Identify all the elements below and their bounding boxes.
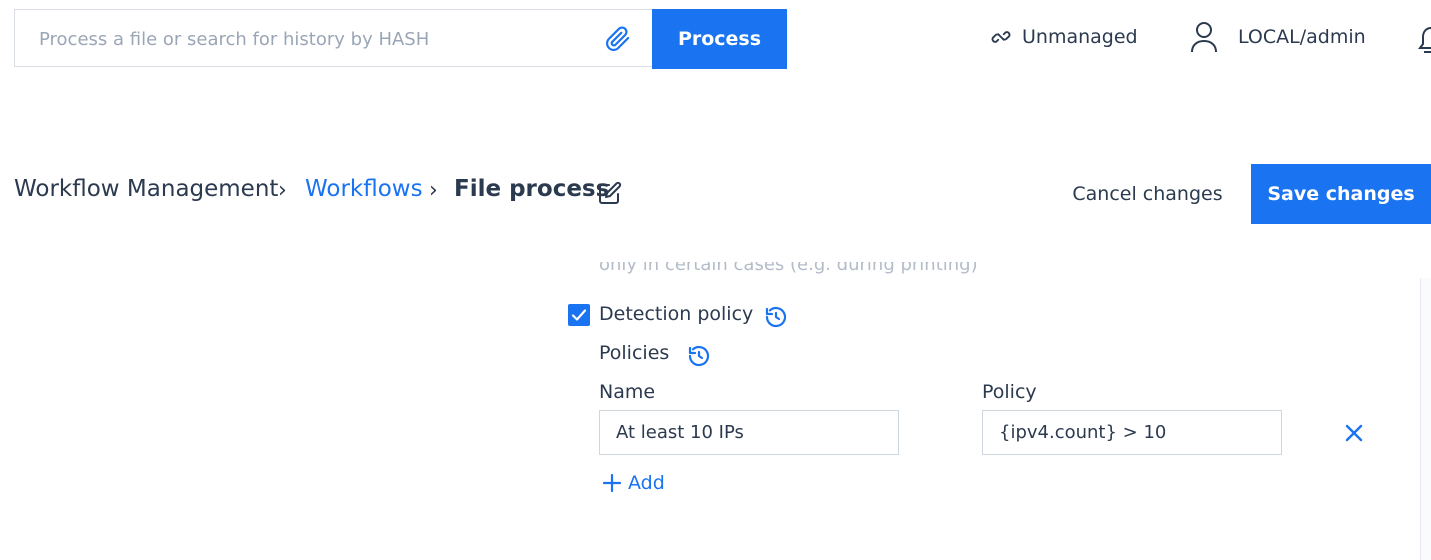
policy-column-header: Policy bbox=[982, 381, 1037, 403]
plus-icon bbox=[602, 473, 622, 493]
detection-policy-checkbox[interactable] bbox=[568, 304, 590, 326]
cancel-changes-button[interactable]: Cancel changes bbox=[1060, 166, 1235, 222]
add-policy-button[interactable]: Add bbox=[602, 472, 665, 494]
chevron-right-icon: › bbox=[278, 178, 287, 203]
process-button[interactable]: Process bbox=[652, 9, 787, 69]
policies-label: Policies bbox=[599, 342, 670, 364]
detection-policy-label: Detection policy bbox=[599, 303, 754, 325]
name-column-header: Name bbox=[599, 381, 656, 403]
paperclip-icon[interactable] bbox=[605, 26, 631, 52]
breadcrumb-root[interactable]: Workflow Management bbox=[14, 176, 278, 202]
policy-expression-field[interactable] bbox=[982, 410, 1282, 455]
user-label: LOCAL/admin bbox=[1238, 26, 1366, 48]
unlink-icon bbox=[990, 26, 1012, 48]
policy-name-field[interactable] bbox=[599, 410, 899, 455]
bell-icon[interactable] bbox=[1412, 22, 1431, 60]
user-icon bbox=[1190, 21, 1218, 53]
close-icon[interactable] bbox=[1344, 423, 1364, 447]
history-icon[interactable] bbox=[764, 305, 788, 333]
clipped-description: only in certain cases (e.g. during print… bbox=[599, 262, 978, 275]
search-box bbox=[14, 9, 652, 68]
page-title: File process bbox=[454, 176, 610, 202]
save-changes-button[interactable]: Save changes bbox=[1251, 164, 1431, 224]
breadcrumb-workflows[interactable]: Workflows bbox=[305, 176, 423, 202]
add-label: Add bbox=[628, 472, 665, 494]
chevron-right-icon: › bbox=[429, 178, 438, 203]
edit-icon[interactable] bbox=[598, 181, 622, 209]
management-status[interactable]: Unmanaged bbox=[990, 22, 1138, 52]
search-input[interactable] bbox=[37, 10, 601, 68]
scrollbar[interactable] bbox=[1420, 278, 1431, 560]
management-status-label: Unmanaged bbox=[1022, 26, 1138, 48]
history-icon[interactable] bbox=[687, 344, 711, 372]
checkmark-icon bbox=[571, 309, 587, 321]
user-menu[interactable]: LOCAL/admin bbox=[1190, 20, 1366, 54]
